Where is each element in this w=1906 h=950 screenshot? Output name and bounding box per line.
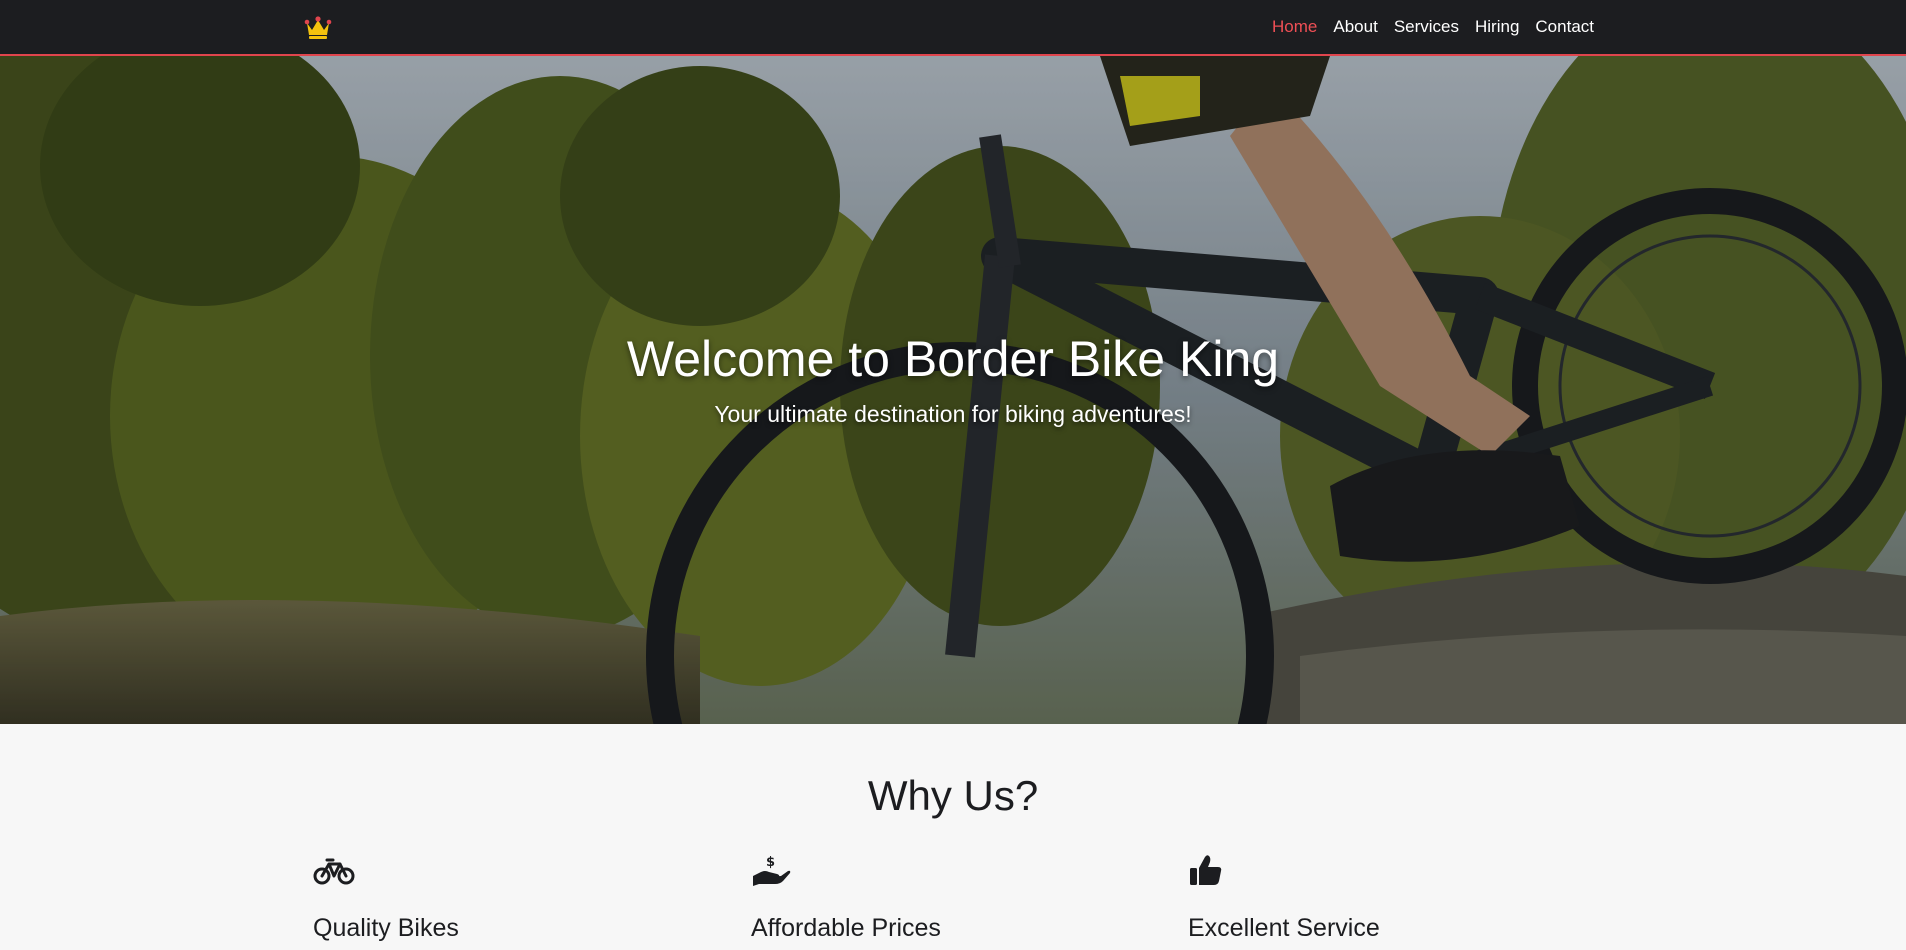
hand-dollar-icon: $ xyxy=(753,855,791,886)
nav-link-home[interactable]: Home xyxy=(1272,17,1317,37)
feature-title: Quality Bikes xyxy=(313,914,459,942)
feature-title: Excellent Service xyxy=(1188,914,1380,942)
hero-banner: Welcome to Border Bike King Your ultimat… xyxy=(0,56,1906,724)
thumbs-up-icon xyxy=(1190,855,1222,885)
navbar: Home About Services Hiring Contact xyxy=(0,0,1906,56)
hero-overlay xyxy=(0,56,1906,724)
bicycle-icon xyxy=(313,858,355,885)
nav-link-services[interactable]: Services xyxy=(1394,17,1459,37)
svg-text:$: $ xyxy=(766,855,775,870)
why-us-section: Why Us? Quality Bikes $ Affordable Price… xyxy=(0,724,1906,950)
feature-affordable-prices: $ Affordable Prices xyxy=(751,854,1151,943)
nav-link-about[interactable]: About xyxy=(1333,17,1377,37)
nav-menu: Home About Services Hiring Contact xyxy=(1272,0,1594,54)
hero-subtitle: Your ultimate destination for biking adv… xyxy=(714,401,1192,427)
hero-title: Welcome to Border Bike King xyxy=(626,331,1280,387)
nav-link-contact[interactable]: Contact xyxy=(1535,17,1594,37)
logo-crown-icon[interactable] xyxy=(304,15,332,41)
nav-link-hiring[interactable]: Hiring xyxy=(1475,17,1519,37)
section-title: Why Us? xyxy=(867,772,1039,819)
feature-title: Affordable Prices xyxy=(751,914,941,942)
feature-quality-bikes: Quality Bikes xyxy=(313,854,713,943)
feature-excellent-service: Excellent Service xyxy=(1188,854,1588,943)
